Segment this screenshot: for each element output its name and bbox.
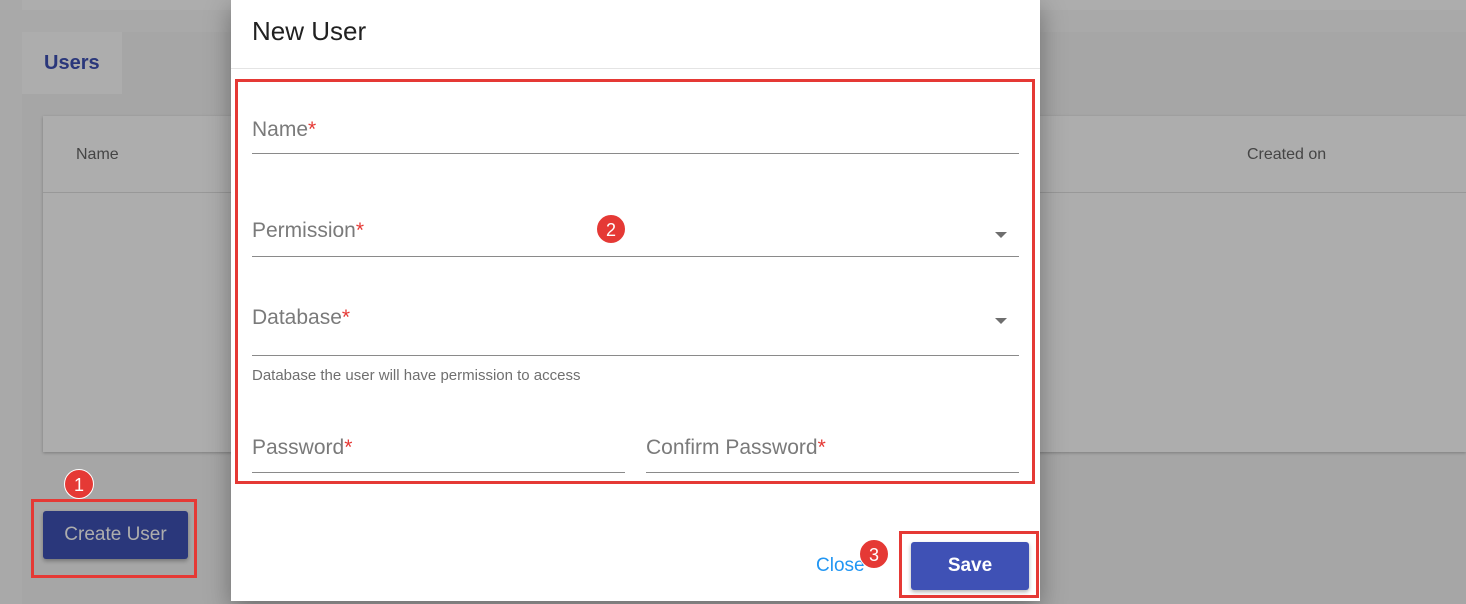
- annotation-badge-1: 1: [64, 469, 94, 499]
- annotation-box-form-fields: [235, 79, 1035, 484]
- annotation-box-create-user: [31, 499, 197, 578]
- dialog-title: New User: [252, 16, 367, 46]
- divider: [231, 68, 1040, 69]
- annotation-box-save: [899, 531, 1039, 598]
- annotation-badge-3: 3: [859, 539, 889, 569]
- close-button[interactable]: Close: [816, 555, 865, 577]
- annotation-badge-2: 2: [596, 214, 626, 244]
